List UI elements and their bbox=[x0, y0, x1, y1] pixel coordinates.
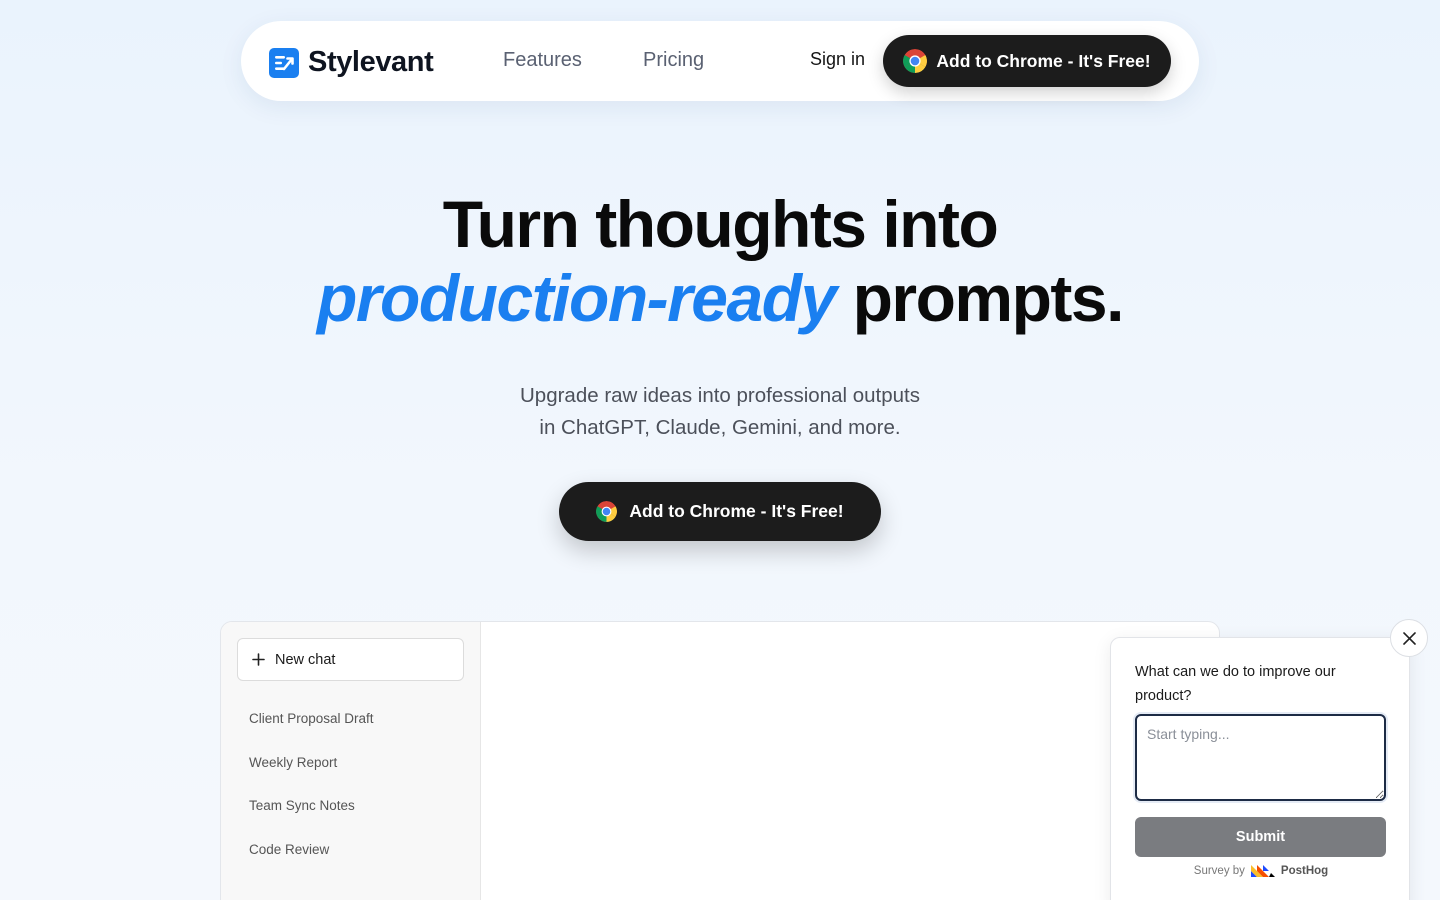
brand-logo[interactable]: Stylevant bbox=[269, 46, 434, 79]
stylevant-logo-icon bbox=[269, 47, 299, 78]
chat-sidebar: New chat Client Proposal Draft Weekly Re… bbox=[221, 622, 481, 900]
brand-name: Stylevant bbox=[308, 46, 434, 78]
new-chat-button[interactable]: New chat bbox=[237, 638, 464, 681]
app-preview-window: New chat Client Proposal Draft Weekly Re… bbox=[220, 621, 1220, 900]
hero-headline-accent: production-ready bbox=[317, 261, 837, 335]
add-to-chrome-hero-button[interactable]: Add to Chrome - It's Free! bbox=[559, 482, 881, 541]
new-chat-label: New chat bbox=[275, 651, 336, 668]
survey-question: What can we do to improve our product? bbox=[1135, 664, 1336, 704]
chat-history-item[interactable]: Code Review bbox=[249, 842, 329, 857]
survey-close-button[interactable] bbox=[1390, 619, 1428, 657]
chat-history-item[interactable]: Team Sync Notes bbox=[249, 798, 355, 813]
sign-in-link[interactable]: Sign in bbox=[810, 49, 865, 70]
hero-headline-line2: production-ready prompts. bbox=[0, 260, 1440, 336]
chrome-icon bbox=[903, 49, 928, 73]
nav-link-features[interactable]: Features bbox=[503, 49, 582, 72]
top-navbar: Stylevant Features Pricing Sign in Add t… bbox=[241, 21, 1199, 101]
posthog-logo-icon bbox=[1250, 865, 1275, 877]
plus-icon bbox=[252, 653, 265, 666]
survey-submit-button[interactable]: Submit bbox=[1135, 817, 1386, 857]
survey-footer: Survey by PostHog bbox=[1111, 865, 1411, 877]
chrome-icon bbox=[596, 501, 618, 522]
chat-history-item[interactable]: Client Proposal Draft bbox=[249, 711, 374, 726]
add-to-chrome-hero-label: Add to Chrome - It's Free! bbox=[629, 501, 844, 521]
hero-subtitle-line1: Upgrade raw ideas into professional outp… bbox=[520, 384, 920, 407]
nav-link-pricing[interactable]: Pricing bbox=[643, 49, 704, 72]
survey-footer-brand: PostHog bbox=[1280, 865, 1329, 877]
survey-footer-prefix: Survey by bbox=[1193, 865, 1245, 877]
add-to-chrome-nav-button[interactable]: Add to Chrome - It's Free! bbox=[883, 35, 1171, 87]
feedback-survey-popup: What can we do to improve our product? S… bbox=[1110, 637, 1410, 900]
hero-subtitle: Upgrade raw ideas into professional outp… bbox=[0, 380, 1440, 444]
hero-headline-line1: Turn thoughts into bbox=[442, 187, 999, 261]
add-to-chrome-nav-label: Add to Chrome - It's Free! bbox=[936, 50, 1151, 71]
chat-history-item[interactable]: Weekly Report bbox=[249, 755, 337, 770]
hero-headline-rest: prompts. bbox=[852, 261, 1125, 335]
hero-subtitle-line2: in ChatGPT, Claude, Gemini, and more. bbox=[539, 416, 901, 439]
survey-answer-input[interactable] bbox=[1135, 714, 1386, 801]
landing-page: Stylevant Features Pricing Sign in Add t… bbox=[0, 0, 1440, 900]
close-icon bbox=[1402, 631, 1416, 645]
